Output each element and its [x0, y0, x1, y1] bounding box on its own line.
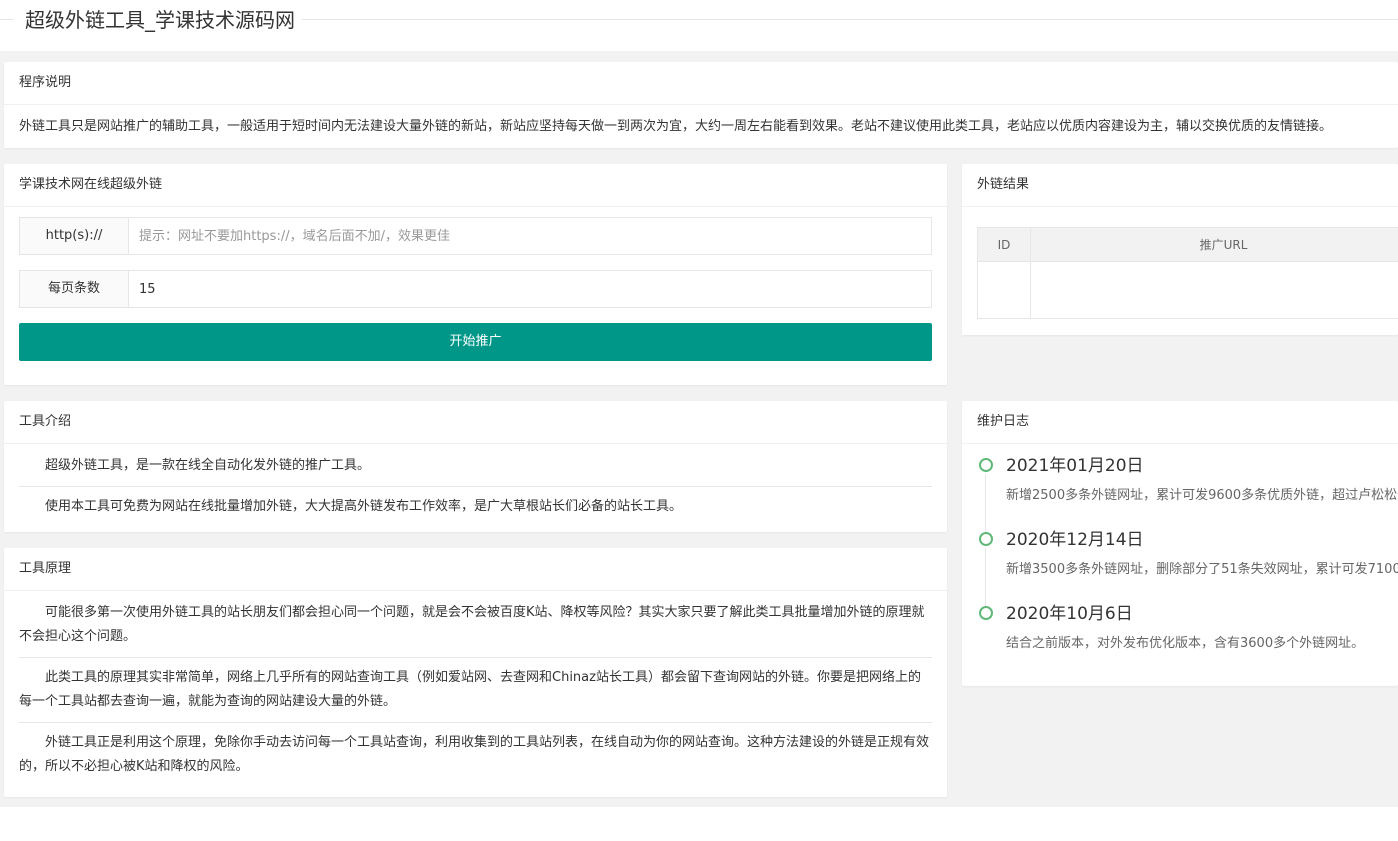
description-title: 程序说明 [4, 62, 1398, 105]
intro-card: 工具介绍 超级外链工具，是一款在线全自动化发外链的推广工具。 使用本工具可免费为… [4, 401, 947, 532]
principle-card: 工具原理 可能很多第一次使用外链工具的站长朋友们都会担心同一个问题，就是会不会被… [4, 548, 947, 797]
per-page-row: 每页条数 [19, 270, 932, 308]
column-header-id: ID [977, 227, 1031, 262]
timeline-date: 2021年01月20日 [1006, 456, 1144, 476]
column-header-url: 推广URL [1030, 227, 1398, 262]
timeline-date: 2020年12月14日 [1006, 530, 1144, 550]
url-input[interactable] [129, 218, 931, 254]
url-input-row: http(s):// [19, 217, 932, 255]
timeline-text: 新增2500多条外链网址，累计可发9600多条优质外链，超过卢松松外链工具 [1006, 488, 1398, 503]
page-title: 超级外链工具_学课技术源码网 [23, 6, 297, 34]
timeline-date: 2020年10月6日 [1006, 604, 1133, 624]
per-page-input[interactable] [129, 271, 931, 307]
timeline-item: 2021年01月20日 新增2500多条外链网址，累计可发9600多条优质外链，… [977, 452, 1398, 532]
timeline-dot-icon [979, 532, 993, 546]
changelog-card: 维护日志 2021年01月20日 新增2500多条外链网址，累计可发9600多条… [962, 401, 1398, 686]
principle-title: 工具原理 [4, 548, 947, 591]
timeline-dot-icon [979, 458, 993, 472]
results-table: ID 推广URL [977, 227, 1398, 319]
changelog-timeline: 2021年01月20日 新增2500多条外链网址，累计可发9600多条优质外链，… [962, 444, 1398, 684]
tool-card: 学课技术网在线超级外链 http(s):// 每页条数 开始推广 [4, 164, 947, 385]
results-card: 外链结果 ID 推广URL [962, 164, 1398, 335]
header-divider-right [302, 19, 1398, 20]
results-title: 外链结果 [962, 164, 1398, 207]
timeline-text: 新增3500多条外链网址，删除部分了51条失效网址，累计可发7100多条外链 [1006, 562, 1398, 577]
url-prefix-label: http(s):// [20, 218, 129, 254]
intro-paragraph: 超级外链工具，是一款在线全自动化发外链的推广工具。 [19, 446, 932, 487]
timeline-dot-icon [979, 606, 993, 620]
timeline-item: 2020年12月14日 新增3500多条外链网址，删除部分了51条失效网址，累计… [977, 526, 1398, 606]
header-divider-left [0, 19, 14, 20]
principle-paragraph: 此类工具的原理其实非常简单，网络上几乎所有的网站查询工具（例如爱站网、去查网和C… [19, 658, 932, 723]
principle-paragraph: 可能很多第一次使用外链工具的站长朋友们都会担心同一个问题，就是会不会被百度K站、… [19, 593, 932, 658]
description-text: 外链工具只是网站推广的辅助工具，一般适用于短时间内无法建设大量外链的新站，新站应… [19, 119, 1333, 134]
description-card: 程序说明 外链工具只是网站推广的辅助工具，一般适用于短时间内无法建设大量外链的新… [4, 62, 1398, 148]
timeline-axis [985, 474, 986, 532]
start-promotion-button[interactable]: 开始推广 [19, 323, 932, 361]
timeline-text: 结合之前版本，对外发布优化版本，含有3600多个外链网址。 [1006, 636, 1365, 651]
intro-paragraph: 使用本工具可免费为网站在线批量增加外链，大大提高外链发布工作效率，是广大草根站长… [45, 499, 683, 514]
changelog-title: 维护日志 [962, 401, 1398, 444]
principle-paragraph: 外链工具正是利用这个原理，免除你手动去访问每一个工具站查询，利用收集到的工具站列… [19, 735, 930, 774]
per-page-label: 每页条数 [20, 271, 129, 307]
page-header: 超级外链工具_学课技术源码网 [0, 0, 1398, 51]
timeline-item: 2020年10月6日 结合之前版本，对外发布优化版本，含有3600多个外链网址。 [977, 600, 1383, 674]
intro-title: 工具介绍 [4, 401, 947, 444]
main-content: 程序说明 外链工具只是网站推广的辅助工具，一般适用于短时间内无法建设大量外链的新… [0, 51, 1398, 807]
tool-title: 学课技术网在线超级外链 [4, 164, 947, 207]
results-table-header: ID 推广URL [977, 227, 1398, 262]
timeline-axis [985, 548, 986, 606]
results-table-empty-row [977, 261, 1398, 319]
